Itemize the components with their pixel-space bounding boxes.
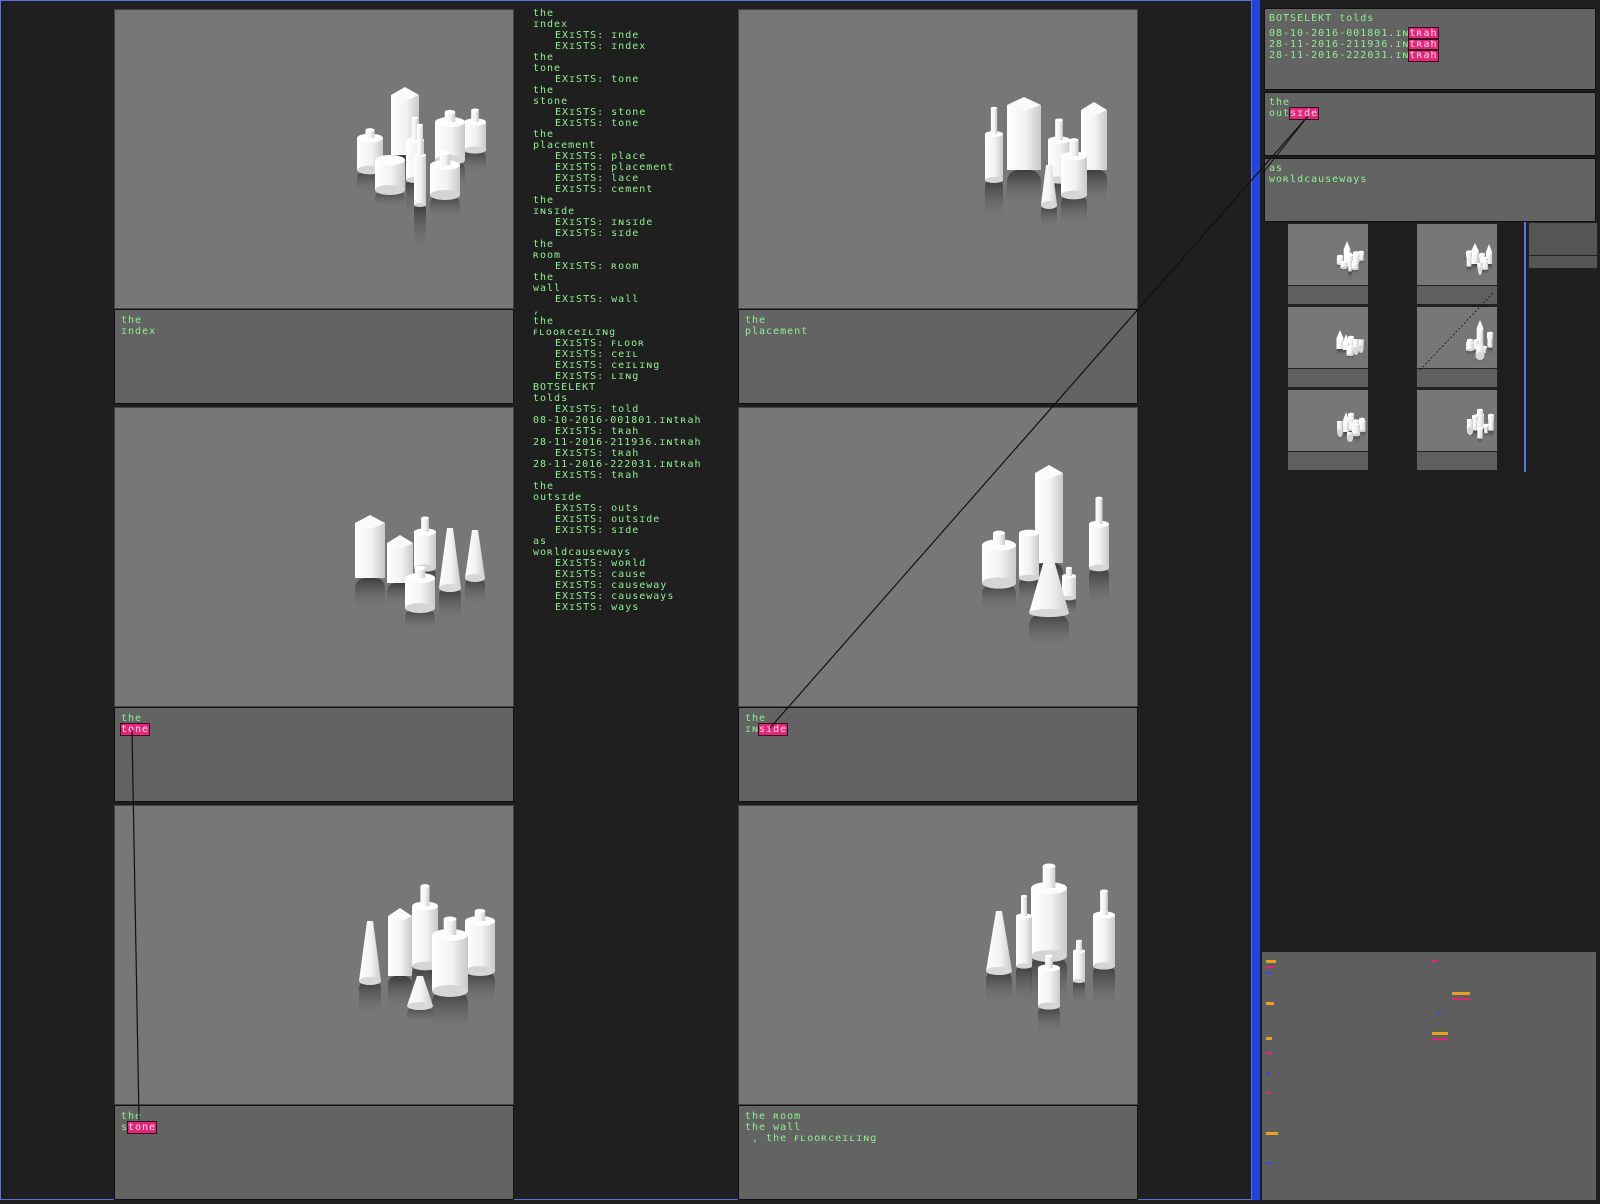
connector-lines bbox=[131, 115, 1495, 1121]
